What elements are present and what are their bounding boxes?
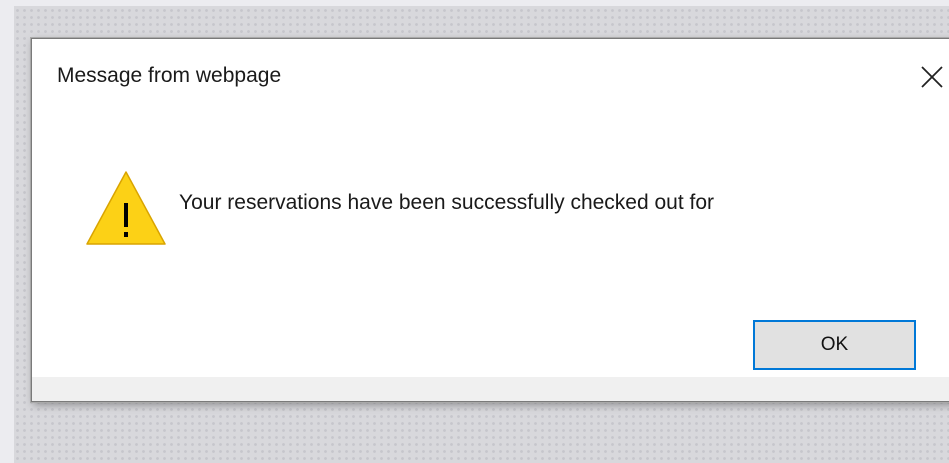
warning-icon (86, 171, 166, 245)
close-button[interactable] (912, 57, 949, 97)
background-strip-left (0, 0, 14, 463)
background-strip-top (0, 0, 949, 6)
ok-button[interactable]: OK (753, 320, 916, 370)
button-bar (32, 377, 949, 401)
dialog-title: Message from webpage (57, 64, 282, 87)
dialog-message: Your reservations have been successfully… (179, 191, 715, 214)
close-icon (921, 66, 943, 88)
alert-dialog: Message from webpage Your reservations h… (31, 38, 949, 402)
